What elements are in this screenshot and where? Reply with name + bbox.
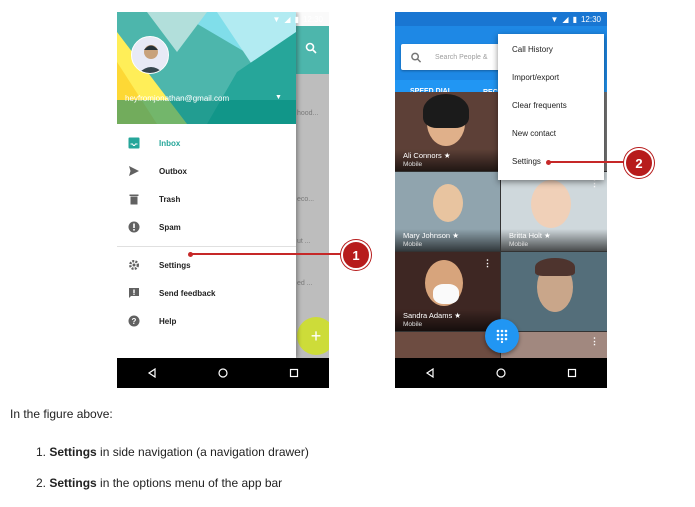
background-snippet: hood... xyxy=(297,110,319,117)
battery-icon: ▮ xyxy=(294,14,299,24)
back-icon[interactable] xyxy=(132,368,172,378)
recents-icon[interactable] xyxy=(274,368,314,378)
home-icon[interactable] xyxy=(481,368,521,378)
status-bar: ▼ ◢ ▮ 12:30 xyxy=(395,12,607,26)
contact-name: Britta Holt ★ xyxy=(509,231,551,240)
caption-item: 2. Settings in the options menu of the a… xyxy=(36,476,283,490)
drawer-item-label: Help xyxy=(159,316,177,326)
drawer-item-label: Inbox xyxy=(159,138,181,148)
contact-type: Mobile xyxy=(403,241,423,248)
account-dropdown-icon[interactable]: ▼ xyxy=(275,94,282,101)
drawer-divider xyxy=(117,246,296,247)
background-snippet: ed ... xyxy=(297,280,313,287)
callout-badge-1: 1 xyxy=(341,240,371,270)
callout-badge-2: 2 xyxy=(624,148,654,178)
dialpad-fab[interactable] xyxy=(485,319,519,353)
contact-tile[interactable]: Ali Connors ★ Mobile xyxy=(395,92,500,171)
gear-icon xyxy=(127,258,141,272)
system-nav-bar xyxy=(395,358,607,388)
drawer-item-trash[interactable]: Trash xyxy=(117,189,296,209)
caption-bold: Settings xyxy=(49,476,97,490)
menu-item-new-contact[interactable]: New contact xyxy=(512,129,556,138)
drawer-item-label: Spam xyxy=(159,222,181,232)
dialpad-icon xyxy=(496,329,508,343)
wifi-icon: ▼ xyxy=(550,14,559,24)
status-time: 12:30 xyxy=(580,14,601,24)
caption-list: 1. Settings in side navigation (a naviga… xyxy=(36,445,309,507)
signal-icon: ◢ xyxy=(562,14,569,24)
phone-options-menu-screenshot: Search People & SPEED DIAL RECE Ali Conn… xyxy=(395,12,607,388)
contact-photo-hair xyxy=(423,94,469,128)
help-icon: ? xyxy=(127,314,141,328)
status-bar: ▼ ◢ ▮ 12:30 xyxy=(117,12,329,26)
background-snippet: eco... xyxy=(297,196,315,203)
trash-icon xyxy=(127,192,141,206)
drawer-header: heyfromjonathan@gmail.com ▼ xyxy=(117,12,296,124)
search-icon xyxy=(305,42,317,54)
caption-intro: In the figure above: xyxy=(10,407,113,421)
drawer-item-label: Send feedback xyxy=(159,288,216,298)
inbox-icon xyxy=(127,136,141,150)
contact-type: Mobile xyxy=(403,161,423,168)
caption-item: 1. Settings in side navigation (a naviga… xyxy=(36,445,309,459)
navigation-drawer: heyfromjonathan@gmail.com ▼ Inbox Outbox… xyxy=(117,12,296,358)
contact-tile[interactable] xyxy=(501,252,607,331)
svg-text:?: ? xyxy=(132,317,137,326)
contact-name: Sandra Adams ★ xyxy=(403,311,462,320)
contact-photo xyxy=(433,184,463,222)
alert-icon xyxy=(127,220,141,234)
feedback-icon xyxy=(127,286,141,300)
account-email[interactable]: heyfromjonathan@gmail.com xyxy=(125,94,229,103)
contact-type: Mobile xyxy=(509,241,529,248)
drawer-item-help[interactable]: ? Help xyxy=(117,311,296,331)
callout-leader-line xyxy=(191,253,341,255)
background-snippet: ut ... xyxy=(297,238,311,245)
search-icon xyxy=(411,52,422,63)
battery-icon: ▮ xyxy=(572,14,577,24)
contact-photo xyxy=(531,180,571,228)
mask-prop xyxy=(433,284,459,304)
drawer-item-spam[interactable]: Spam xyxy=(117,217,296,237)
compose-fab[interactable]: + xyxy=(297,317,329,355)
phone-drawer-screenshot: hood... eco... ut ... ed ... + heyfromjo… xyxy=(117,12,329,388)
system-nav-bar xyxy=(117,358,329,388)
signal-icon: ◢ xyxy=(284,14,291,24)
contact-tile[interactable]: Britta Holt ★ Mobile ⋮ xyxy=(501,172,607,251)
drawer-item-outbox[interactable]: Outbox xyxy=(117,161,296,181)
menu-item-import-export[interactable]: Import/export xyxy=(512,73,559,82)
account-avatar[interactable] xyxy=(131,36,169,74)
overflow-options-menu: Call History Import/export Clear frequen… xyxy=(498,34,604,180)
callout-leader-line xyxy=(549,161,625,163)
menu-item-call-history[interactable]: Call History xyxy=(512,45,553,54)
contact-tile[interactable]: Sandra Adams ★ Mobile ⋮ xyxy=(395,252,500,331)
drawer-item-label: Outbox xyxy=(159,166,187,176)
more-vert-icon[interactable]: ⋮ xyxy=(483,258,492,269)
status-time: 12:30 xyxy=(302,14,323,24)
drawer-item-label: Trash xyxy=(159,194,181,204)
menu-item-clear-frequents[interactable]: Clear frequents xyxy=(512,101,567,110)
home-icon[interactable] xyxy=(203,368,243,378)
caption-bold: Settings xyxy=(49,445,97,459)
drawer-item-settings[interactable]: Settings xyxy=(117,255,296,275)
drawer-item-label: Settings xyxy=(159,260,191,270)
contact-type: Mobile xyxy=(403,321,423,328)
contact-name: Mary Johnson ★ xyxy=(403,231,459,240)
wifi-icon: ▼ xyxy=(272,14,281,24)
contact-photo-hair xyxy=(535,258,575,276)
contact-tile[interactable]: Mary Johnson ★ Mobile xyxy=(395,172,500,251)
drawer-item-send-feedback[interactable]: Send feedback xyxy=(117,283,296,303)
recents-icon[interactable] xyxy=(552,368,592,378)
menu-item-settings[interactable]: Settings xyxy=(512,157,541,166)
contact-name: Ali Connors ★ xyxy=(403,151,451,160)
send-icon xyxy=(127,164,141,178)
back-icon[interactable] xyxy=(410,368,450,378)
search-placeholder: Search People & xyxy=(435,53,488,61)
drawer-item-inbox[interactable]: Inbox xyxy=(117,133,296,153)
more-vert-icon[interactable]: ⋮ xyxy=(590,336,599,347)
